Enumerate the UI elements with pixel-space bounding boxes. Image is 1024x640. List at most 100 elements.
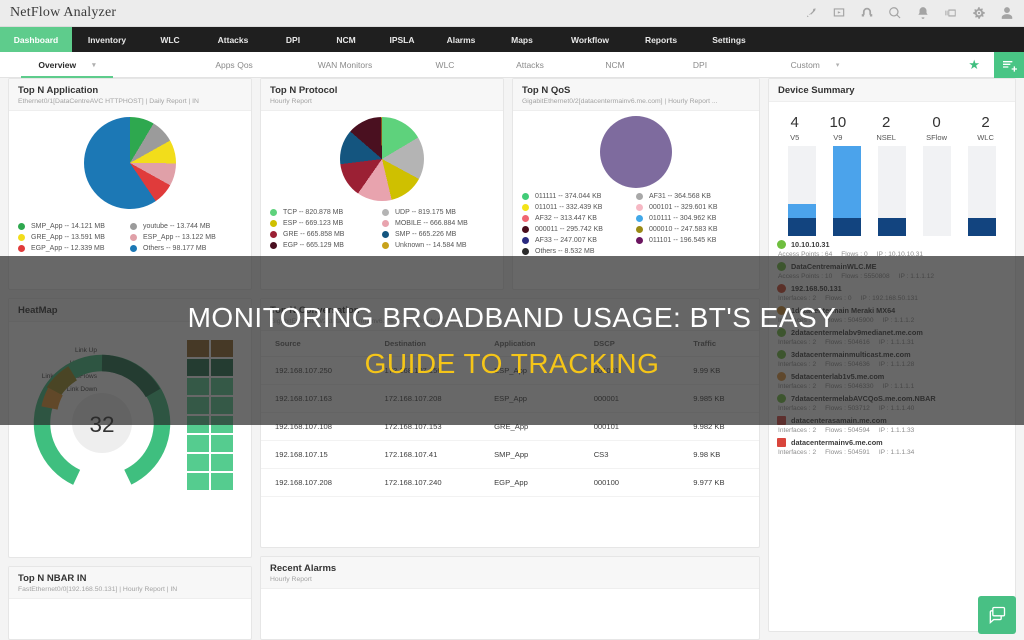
heatmap-cell[interactable] (187, 416, 209, 433)
heatmap-cell[interactable] (187, 359, 209, 376)
column-header-traffic[interactable]: Traffic (679, 331, 759, 357)
legend-item[interactable]: 011011 -- 332.439 KB (522, 204, 636, 211)
nav-item-dpi[interactable]: DPI (268, 27, 318, 52)
nav-item-reports[interactable]: Reports (628, 27, 694, 52)
table-row[interactable]: 192.168.107.15 172.168.107.41 SMP_App CS3 9.… (261, 440, 759, 469)
nav-item-ncm[interactable]: NCM (318, 27, 374, 52)
table-row[interactable]: 192.168.107.250 172.168.107.156 ESP_App 001… (261, 356, 759, 385)
device-stat-sflow[interactable]: 0 SFlow (926, 114, 947, 142)
device-list-item[interactable]: datacenterasamain.me.com Interfaces : 2 Fl… (777, 416, 1007, 434)
device-list-item[interactable]: 192.168.50.131 Interfaces : 2 Flows : 0 IP … (777, 284, 1007, 302)
table-row[interactable]: 192.168.107.108 172.168.107.153 GRE_App 000… (261, 412, 759, 441)
widget-device-summary[interactable]: Device Summary 4 V5 10 V9 2 NSEL 0 SFlow 2 WLC 10… (768, 78, 1016, 632)
table-row[interactable]: 192.168.107.208 172.168.107.240 EGP_App 000… (261, 468, 759, 497)
tab-custom[interactable]: Custom ▾ (760, 52, 870, 77)
column-header-destination[interactable]: Destination (370, 331, 481, 357)
device-list-item[interactable]: datacentermainv6.me.com Interfaces : 2 Flo… (777, 438, 1007, 456)
heatmap-cell[interactable] (211, 340, 233, 357)
chevron-down-icon[interactable]: ▾ (836, 61, 840, 69)
legend-item[interactable]: MOBILE -- 666.884 MB (382, 220, 494, 227)
conversation-table[interactable]: Source Destination Application DSCP Traffic … (261, 331, 759, 497)
bell-icon[interactable] (915, 6, 930, 21)
favorite-star-icon[interactable]: ★ (968, 57, 980, 73)
heatmap-cell[interactable] (211, 359, 233, 376)
widget-top-n-protocol[interactable]: Top N Protocol Hourly Report TCP -- 820.… (260, 78, 504, 290)
legend-item[interactable]: ESP_App -- 13.122 MB (130, 234, 242, 241)
gear-icon[interactable] (971, 6, 986, 21)
heatmap-cell[interactable] (187, 397, 209, 414)
legend-item[interactable]: AF33 -- 247.007 KB (522, 237, 636, 244)
device-list-item[interactable]: 2datacentermelabv9medianet.me.com Interfa… (777, 328, 1007, 346)
user-avatar-icon[interactable] (999, 6, 1014, 21)
device-stat-wlc[interactable]: 2 WLC (977, 114, 994, 142)
pie-chart-qos[interactable] (513, 111, 759, 189)
chevron-down-icon[interactable]: ▾ (92, 61, 96, 69)
tab-ncm[interactable]: NCM (585, 52, 645, 77)
nav-item-wlc[interactable]: WLC (142, 27, 198, 52)
device-stat-bar[interactable] (877, 146, 906, 236)
device-list-item[interactable]: 3datacentermainmulticast.me.com Interface… (777, 350, 1007, 368)
device-list[interactable]: 10.10.10.31 Access Points : 64 Flows : 0 IP… (769, 236, 1015, 456)
widget-top-n-qos[interactable]: Top N QoS GigabitEthernet0/2[datacenterm… (512, 78, 760, 290)
legend-item[interactable]: SMP_App -- 14.121 MB (18, 223, 130, 230)
license-icon[interactable] (943, 6, 958, 21)
legend-item[interactable]: 000011 -- 295.742 KB (522, 226, 636, 233)
widget-heatmap[interactable]: HeatMap Link Up Unknown Link Up & NoFlows L… (8, 298, 252, 558)
legend-item[interactable]: SMP -- 665.226 MB (382, 231, 494, 238)
device-list-item[interactable]: 10.10.10.31 Access Points : 64 Flows : 0 IP… (777, 240, 1007, 258)
presentation-icon[interactable] (831, 6, 846, 21)
add-widget-button[interactable] (994, 52, 1024, 78)
heatmap-cell[interactable] (187, 340, 209, 357)
nav-item-inventory[interactable]: Inventory (72, 27, 142, 52)
tab-overview[interactable]: Overview ▾ (12, 52, 122, 78)
nav-item-ipsla[interactable]: IPSLA (374, 27, 430, 52)
legend-item[interactable]: GRE -- 665.858 MB (270, 231, 382, 238)
nav-item-maps[interactable]: Maps (492, 27, 552, 52)
widget-top-n-application[interactable]: Top N Application Ethernet0/1[DataCentre… (8, 78, 252, 290)
heatmap-cell[interactable] (211, 473, 233, 490)
column-header-dscp[interactable]: DSCP (579, 331, 680, 357)
device-stat-v5[interactable]: 4 V5 (790, 114, 799, 142)
heatmap-cell[interactable] (187, 473, 209, 490)
rocket-icon[interactable] (803, 6, 818, 21)
legend-item[interactable]: EGP -- 665.129 MB (270, 242, 382, 249)
legend-item[interactable]: 010111 -- 304.962 KB (636, 215, 750, 222)
column-header-application[interactable]: Application (480, 331, 580, 357)
device-stat-bar[interactable] (832, 146, 861, 236)
nav-item-dashboard[interactable]: Dashboard (0, 27, 72, 52)
heatmap-cell[interactable] (211, 378, 233, 395)
widget-top-n-conversation[interactable]: Top N Conversation GigabitEthernet0/2[da… (260, 298, 760, 548)
pie-chart-protocol[interactable] (261, 111, 503, 203)
widget-recent-alarms[interactable]: Recent Alarms Hourly Report (260, 556, 760, 640)
heatmap-cell[interactable] (187, 378, 209, 395)
legend-item[interactable]: TCP -- 820.878 MB (270, 209, 382, 216)
legend-item[interactable]: Others -- 98.177 MB (130, 245, 242, 252)
legend-item[interactable]: 000010 -- 247.583 KB (636, 226, 750, 233)
device-stat-v9[interactable]: 10 V9 (829, 114, 846, 142)
legend-item[interactable]: 011101 -- 196.545 KB (636, 237, 750, 244)
heatmap-donut[interactable]: 32 (27, 348, 177, 498)
table-row[interactable]: 192.168.107.163 172.168.107.208 ESP_App 000… (261, 384, 759, 413)
heatmap-cell[interactable] (211, 454, 233, 471)
legend-item[interactable]: Others -- 8.532 MB (522, 248, 636, 255)
nav-item-alarms[interactable]: Alarms (430, 27, 492, 52)
device-list-item[interactable]: 1datacentermain Meraki MX64 Interfaces : … (777, 306, 1007, 324)
headset-icon[interactable] (859, 6, 874, 21)
legend-item[interactable]: youtube -- 13.744 MB (130, 223, 242, 230)
legend-item[interactable]: 000101 -- 329.601 KB (636, 204, 750, 211)
device-list-item[interactable]: DataCentremainWLC.ME Access Points : 10 Fl… (777, 262, 1007, 280)
tab-dpi[interactable]: DPI (670, 52, 730, 77)
heatmap-cell[interactable] (187, 435, 209, 452)
chat-support-button[interactable] (978, 596, 1016, 634)
legend-item[interactable]: GRE_App -- 13.591 MB (18, 234, 130, 241)
nav-item-workflow[interactable]: Workflow (552, 27, 628, 52)
legend-item[interactable]: Unknown -- 14.584 MB (382, 242, 494, 249)
search-icon[interactable] (887, 6, 902, 21)
column-header-source[interactable]: Source (261, 331, 371, 357)
nav-item-settings[interactable]: Settings (694, 27, 764, 52)
heatmap-cell[interactable] (187, 454, 209, 471)
tab-attacks[interactable]: Attacks (500, 52, 560, 77)
legend-item[interactable]: UDP -- 819.175 MB (382, 209, 494, 216)
device-list-item[interactable]: 5datacenterlab1v5.me.com Interfaces : 2 Fl… (777, 372, 1007, 390)
device-stat-bar[interactable] (787, 146, 816, 236)
